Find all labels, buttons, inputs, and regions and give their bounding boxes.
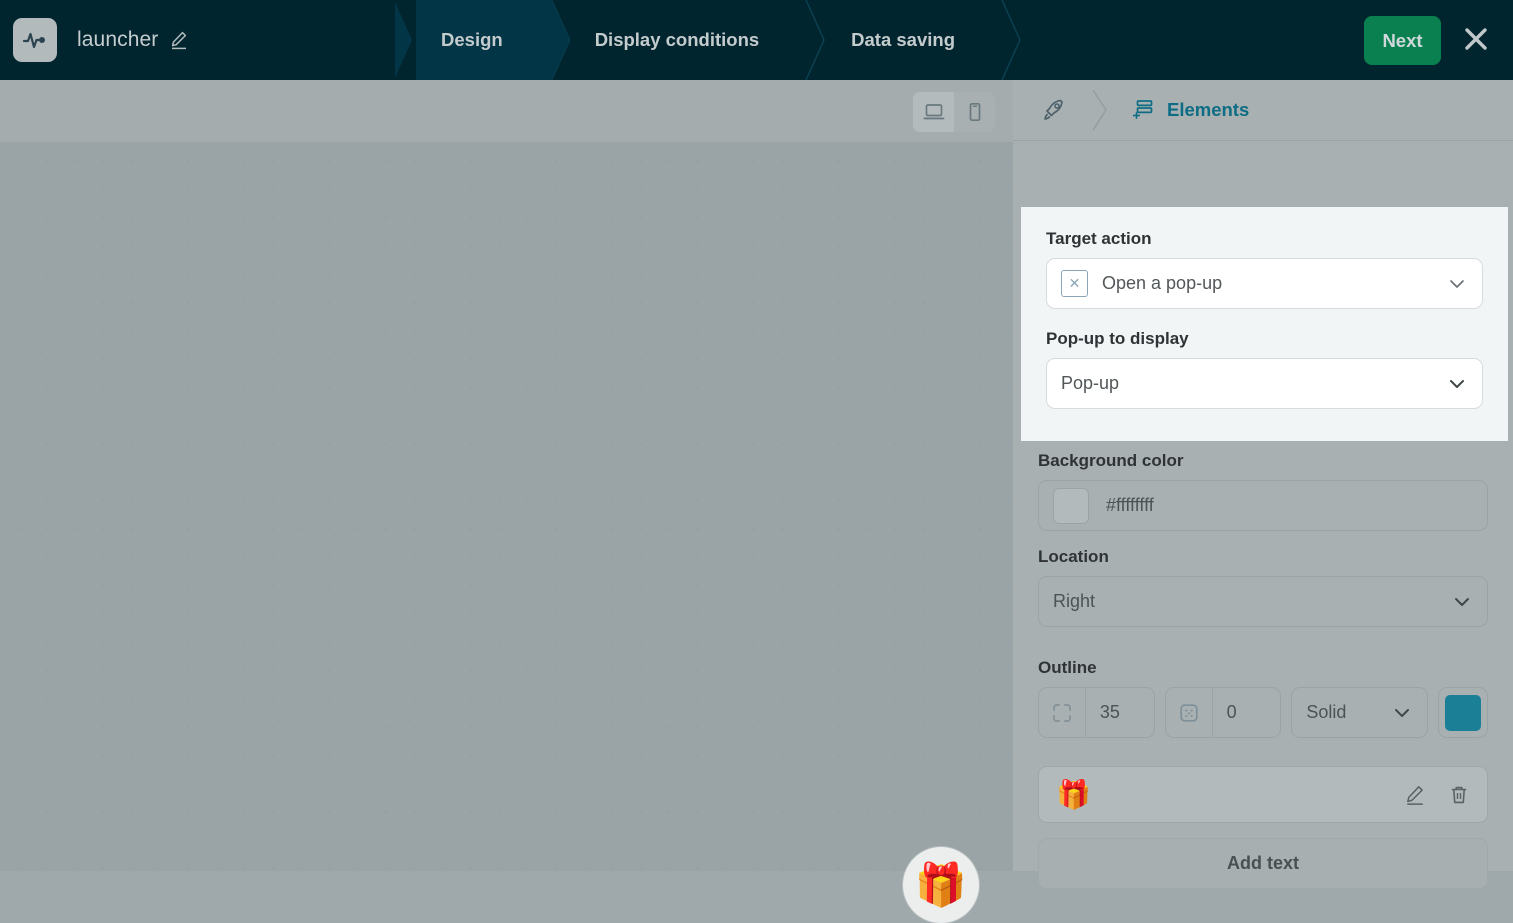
trash-icon	[1451, 786, 1467, 803]
device-mobile-button[interactable]	[954, 92, 995, 132]
list-item[interactable]: 🎁	[1038, 766, 1488, 823]
location-value: Right	[1053, 591, 1096, 611]
app-logo	[13, 18, 57, 62]
chevron-down-icon	[1395, 708, 1410, 717]
border-width-icon[interactable]	[1166, 688, 1213, 737]
tab-design-label: Design	[441, 29, 503, 50]
edit-element-button[interactable]	[1404, 784, 1426, 806]
corner-radius-glyph	[1052, 703, 1071, 722]
chevron-right-icon	[1092, 89, 1107, 131]
tab-data-saving[interactable]: Data saving	[805, 0, 1023, 80]
outline-style-select[interactable]: Solid	[1291, 687, 1429, 738]
location-select[interactable]: Right	[1038, 576, 1488, 627]
mobile-icon	[969, 102, 980, 122]
settings-panel: Elements Target action ✕ Open a pop-up P…	[1013, 80, 1513, 889]
pencil-icon	[172, 31, 187, 50]
outline-label: Outline	[1038, 658, 1097, 677]
canvas-area: 🎁	[0, 80, 1013, 923]
design-canvas[interactable]: 🎁	[0, 142, 1013, 923]
tab-right-arrow	[547, 0, 570, 80]
activity-pulse-icon	[22, 32, 45, 49]
tab-display-conditions-label: Display conditions	[594, 29, 760, 50]
breadcrumb: Elements	[1013, 80, 1513, 141]
tab-design[interactable]: Design	[394, 0, 570, 80]
rocket-icon	[1044, 99, 1063, 120]
elements-list: 🎁	[1013, 766, 1513, 823]
add-text-button[interactable]: Add text	[1038, 838, 1488, 889]
popup-to-display-select[interactable]: Pop-up	[1046, 358, 1483, 409]
outline-group: Outline 35 0 Solid	[1013, 658, 1513, 738]
pencil-icon	[1407, 785, 1423, 805]
close-button[interactable]	[1461, 24, 1491, 54]
tab-display-conditions[interactable]: Display conditions	[548, 0, 827, 80]
location-label: Location	[1038, 547, 1109, 566]
outline-width-field[interactable]: 0	[1164, 687, 1282, 738]
device-desktop-button[interactable]	[913, 92, 954, 132]
background-color-label: Background color	[1038, 451, 1184, 470]
background-color-group: Background color #ffffffff	[1013, 451, 1513, 531]
close-icon	[1465, 28, 1487, 50]
popup-to-display-label: Pop-up to display	[1046, 329, 1189, 348]
chevron-down-icon	[1450, 279, 1464, 288]
outline-style-value: Solid	[1306, 702, 1347, 722]
breadcrumb-separator	[1089, 88, 1109, 132]
wizard-tabs: Design Display conditions Data saving	[394, 0, 1023, 80]
target-action-select[interactable]: ✕ Open a pop-up	[1046, 258, 1483, 309]
tab-right-arrow	[1000, 0, 1023, 80]
chevron-down-icon	[1455, 597, 1469, 606]
element-actions	[1404, 784, 1470, 806]
add-text-section: Add text	[1013, 838, 1513, 889]
outline-color-swatch	[1445, 694, 1482, 731]
element-emoji: 🎁	[1056, 779, 1091, 810]
outline-radius-field[interactable]: 35	[1038, 687, 1155, 738]
popup-to-display-group: Pop-up to display Pop-up	[1021, 309, 1508, 409]
target-action-label: Target action	[1046, 229, 1152, 248]
popup-to-display-value: Pop-up	[1061, 373, 1120, 393]
device-toggle	[913, 92, 995, 132]
breadcrumb-current-label: Elements	[1167, 99, 1250, 120]
background-color-input[interactable]: #ffffffff	[1038, 480, 1488, 531]
app-title: launcher	[77, 28, 159, 51]
outline-controls-row: 35 0 Solid	[1038, 687, 1488, 738]
broken-image-icon: ✕	[1061, 270, 1088, 297]
background-color-value: #ffffffff	[1106, 495, 1154, 515]
outline-radius-value[interactable]: 35	[1086, 702, 1154, 723]
launcher-emoji: 🎁	[914, 860, 968, 908]
tab-right-arrow	[804, 0, 827, 80]
launcher-preview-button[interactable]: 🎁	[903, 847, 979, 923]
chevron-down-icon	[1450, 379, 1464, 388]
desktop-icon	[923, 104, 944, 120]
breadcrumb-root-button[interactable]	[1041, 97, 1067, 123]
next-button[interactable]: Next	[1364, 16, 1441, 65]
tab-left-notch	[394, 0, 416, 80]
highlighted-settings-card: Target action ✕ Open a pop-up Pop-up to …	[1021, 207, 1508, 441]
target-action-group: Target action ✕ Open a pop-up	[1021, 207, 1508, 309]
delete-element-button[interactable]	[1448, 784, 1470, 806]
outline-color-button[interactable]	[1438, 687, 1488, 738]
add-layers-icon	[1133, 100, 1153, 119]
color-swatch[interactable]	[1053, 487, 1089, 524]
edit-title-button[interactable]	[169, 30, 189, 50]
outline-width-value[interactable]: 0	[1213, 702, 1281, 723]
border-width-glyph	[1179, 703, 1198, 722]
top-bar: launcher Design Display conditions Data …	[0, 0, 1513, 80]
location-group: Location Right	[1013, 547, 1513, 627]
breadcrumb-current-elements[interactable]: Elements	[1131, 98, 1249, 122]
corner-radius-icon[interactable]	[1039, 688, 1086, 737]
tab-data-saving-label: Data saving	[851, 29, 956, 50]
target-action-value: Open a pop-up	[1102, 273, 1223, 293]
